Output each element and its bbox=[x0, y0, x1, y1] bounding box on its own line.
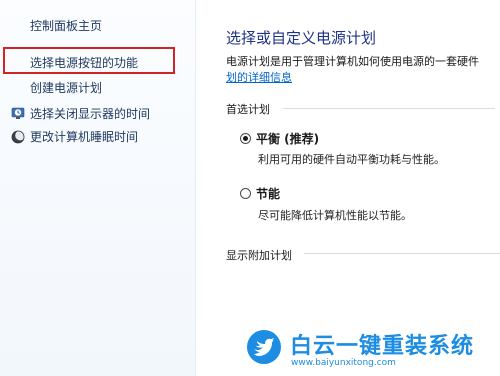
balanced-plan-description: 利用可用的硬件自动平衡功耗与性能。 bbox=[258, 153, 445, 166]
page-title: 选择或自定义电源计划 bbox=[226, 29, 377, 47]
show-additional-plans-toggle[interactable]: 显示附加计划 bbox=[226, 247, 292, 263]
choose-display-off-time-link[interactable]: 选择关闭显示器的时间 bbox=[30, 106, 150, 122]
create-power-plan-link[interactable]: 创建电源计划 bbox=[30, 80, 102, 96]
more-info-link[interactable]: 划的详细信息 bbox=[226, 69, 292, 85]
bird-logo-icon bbox=[247, 330, 281, 364]
clock-monitor-icon bbox=[11, 107, 25, 119]
section-divider bbox=[304, 253, 500, 254]
balanced-plan-label[interactable]: 平衡 (推荐) bbox=[256, 130, 319, 147]
watermark-url-text: www.baiyunxitong.com bbox=[291, 358, 396, 368]
watermark-brand-text: 白云一键重装系统 bbox=[290, 334, 475, 359]
preferred-plans-heading: 首选计划 bbox=[226, 103, 270, 116]
left-navigation-pane: 控制面板主页 选择电源按钮的功能 创建电源计划 选择关闭显示器的时间 更改计算机… bbox=[0, 0, 196, 376]
moon-icon bbox=[11, 130, 25, 144]
power-saver-plan-radio[interactable] bbox=[240, 188, 251, 199]
power-saver-plan-description: 尽可能降低计算机性能以节能。 bbox=[258, 209, 412, 222]
power-saver-plan-label[interactable]: 节能 bbox=[256, 185, 280, 202]
balanced-plan-radio[interactable] bbox=[240, 133, 251, 144]
description-text: 电源计划是用于管理计算机如何使用电源的一套硬件 bbox=[226, 55, 479, 68]
section-divider bbox=[283, 108, 495, 109]
control-panel-home-link[interactable]: 控制面板主页 bbox=[30, 18, 102, 34]
choose-power-button-function-link[interactable]: 选择电源按钮的功能 bbox=[30, 55, 138, 71]
main-content: 选择或自定义电源计划 电源计划是用于管理计算机如何使用电源的一套硬件 划的详细信… bbox=[196, 0, 500, 376]
change-sleep-time-link[interactable]: 更改计算机睡眠时间 bbox=[30, 129, 138, 145]
